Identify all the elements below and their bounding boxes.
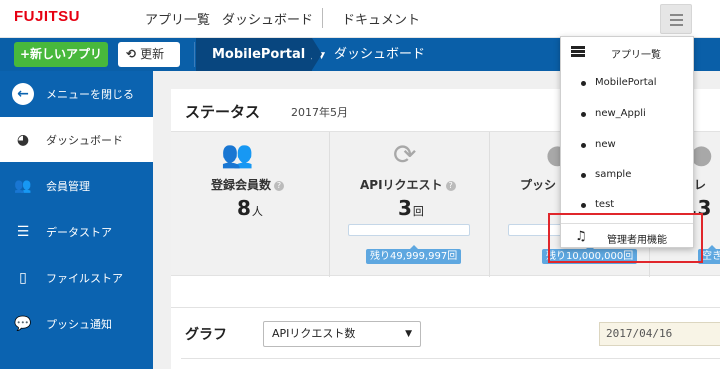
users-icon: 👥	[221, 140, 254, 170]
toolbar-divider	[194, 42, 195, 67]
breadcrumb-page: ダッシュボード	[334, 47, 426, 62]
status-date: 2017年5月	[291, 106, 348, 119]
caret-down-icon: ▼	[405, 329, 412, 339]
dropdown-app-item[interactable]: new	[561, 130, 693, 160]
breadcrumb-app-name: MobilePortal	[212, 47, 306, 62]
bullet-icon	[581, 173, 586, 178]
fujitsu-logo[interactable]: FUJITSU	[14, 8, 80, 25]
status-title: ステータス	[185, 103, 261, 121]
metric-name: プッシ	[520, 178, 557, 192]
sidebar: ← メニューを閉じる ◕ ダッシュボード 👥 会員管理 ☰ データストア ▯ フ…	[0, 71, 153, 369]
sidebar-item-push[interactable]: 💬 プッシュ通知	[0, 301, 153, 346]
remaining-badge: 残り49,999,997回	[366, 245, 462, 264]
graph-select-value: APIリクエスト数	[272, 327, 356, 340]
metric-name: APIリクエスト?	[360, 176, 456, 193]
dropdown-app-item[interactable]: new_Appli	[561, 99, 693, 129]
help-icon[interactable]: ?	[445, 180, 456, 191]
list-icon	[571, 46, 585, 57]
sidebar-item-filestore[interactable]: ▯ ファイルストア	[0, 255, 153, 300]
sidebar-item-label: ダッシュボード	[46, 134, 123, 147]
top-navbar: FUJITSU アプリ一覧 ダッシュボード ドキュメント	[0, 0, 720, 38]
refresh-label: 更新	[140, 47, 165, 61]
nav-divider	[322, 8, 323, 28]
arrow-left-icon: ←	[12, 83, 34, 105]
nav-dashboard[interactable]: ダッシュボード	[222, 9, 313, 28]
metric-value: 3回	[398, 196, 424, 220]
sidebar-item-label: ファイルストア	[46, 272, 123, 285]
help-icon[interactable]: ?	[274, 180, 285, 191]
sidebar-item-dashboard[interactable]: ◕ ダッシュボード	[0, 117, 153, 162]
speedometer-icon: ◕	[16, 132, 30, 148]
sidebar-item-members[interactable]: 👥 会員管理	[0, 163, 153, 208]
chat-icon: 💬	[14, 316, 32, 332]
graph-metric-select[interactable]: APIリクエスト数 ▼	[263, 321, 421, 347]
nav-app-list[interactable]: アプリ一覧	[145, 9, 210, 28]
metric-api-requests: ⟳ APIリクエスト? 3回 残り49,999,997回	[330, 132, 490, 277]
bullet-icon	[581, 112, 586, 117]
graph-divider	[181, 358, 720, 359]
graph-date-input[interactable]: 2017/04/16	[599, 322, 720, 346]
nav-documents[interactable]: ドキュメント	[342, 9, 420, 28]
refresh-icon: ⟲	[126, 47, 137, 61]
sidebar-item-label: 会員管理	[46, 180, 90, 193]
metric-members: 👥 登録会員数? 8人	[171, 132, 330, 277]
usage-bar	[348, 224, 470, 236]
dropdown-app-item[interactable]: MobilePortal	[561, 68, 693, 98]
dropdown-header-label: アプリ一覧	[611, 50, 661, 61]
sidebar-item-datastore[interactable]: ☰ データストア	[0, 209, 153, 254]
bullet-icon	[581, 143, 586, 148]
sidebar-item-label: データストア	[46, 226, 112, 239]
hamburger-icon[interactable]	[660, 4, 692, 34]
dropdown-header[interactable]: アプリ一覧	[561, 37, 693, 67]
refresh-icon: ⟳	[393, 138, 417, 171]
bullet-icon	[581, 203, 586, 208]
graph-title: グラフ	[185, 327, 227, 343]
sidebar-item-label: プッシュ通知	[46, 318, 112, 331]
breadcrumb-arrow	[312, 38, 322, 70]
new-app-button[interactable]: +新しいアプリ	[14, 42, 108, 67]
users-icon: 👥	[14, 178, 32, 194]
metric-value: 8人	[237, 196, 263, 220]
dropdown-app-item[interactable]: sample	[561, 160, 693, 190]
refresh-button[interactable]: ⟲ 更新	[118, 42, 180, 67]
metric-name: 登録会員数?	[211, 176, 285, 193]
bullet-icon	[581, 81, 586, 86]
sidebar-item-close-menu[interactable]: ← メニューを閉じる	[0, 71, 153, 116]
app-switcher[interactable]: MobilePortal ▲▼	[196, 38, 325, 71]
highlight-box	[548, 213, 703, 263]
sidebar-item-label: メニューを閉じる	[46, 88, 134, 101]
database-icon: ☰	[16, 224, 30, 240]
graph-panel: グラフ APIリクエスト数 ▼ 2017/04/16	[171, 307, 720, 369]
file-code-icon: ▯	[19, 270, 27, 286]
